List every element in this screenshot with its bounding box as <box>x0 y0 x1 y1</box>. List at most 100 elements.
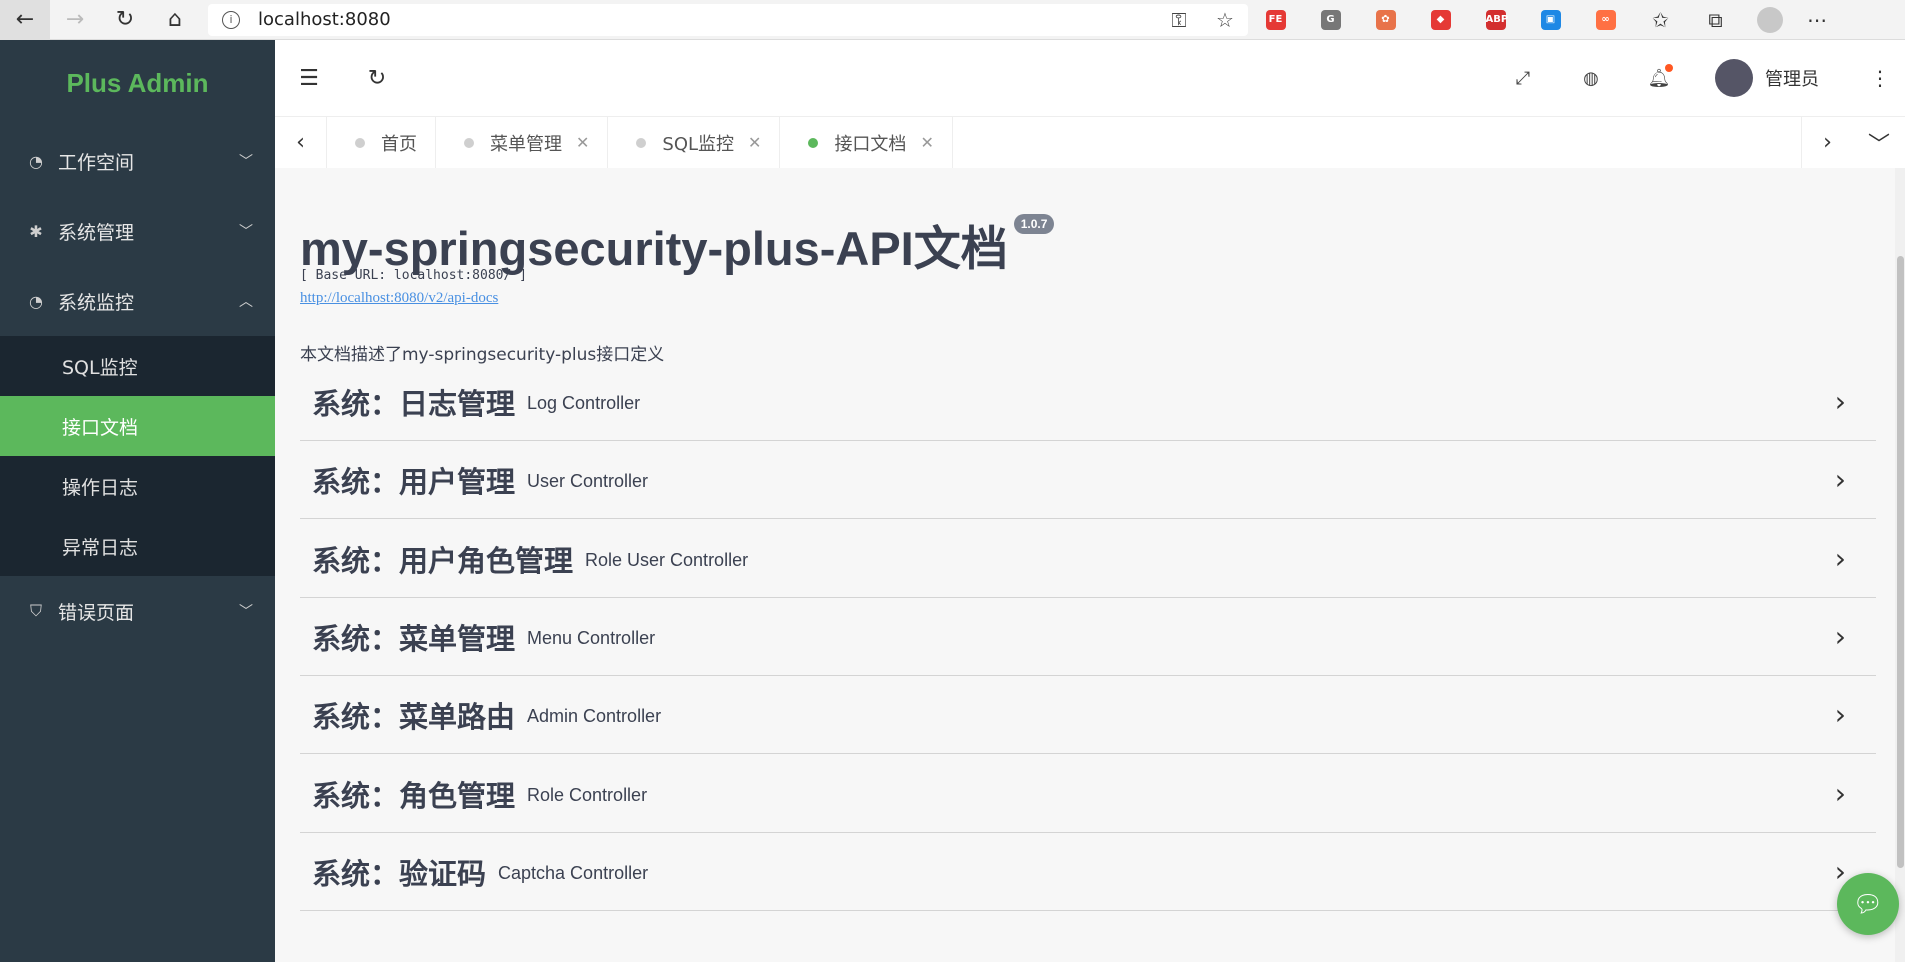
controller-name: 系统：角色管理 <box>312 780 516 813</box>
controller-desc: Captcha Controller <box>498 863 649 883</box>
controller-desc: Menu Controller <box>527 628 656 648</box>
controller-name: 系统：日志管理 <box>312 388 516 421</box>
base-url: [ Base URL: localhost:8080/ ] <box>300 268 527 283</box>
more-vertical-icon[interactable]: ⋮ <box>1855 66 1905 90</box>
extension-glyph: ABP <box>1485 9 1508 30</box>
info-icon[interactable]: i <box>222 10 240 29</box>
top-header: ☰ ↻ ⤢ ◍ 🔔︎ 管理员 ⋮ <box>275 40 1905 116</box>
sidebar-group-label: 系统监控 <box>58 291 135 314</box>
controller-section[interactable]: 系统：用户管理 User Controller › <box>300 441 1876 519</box>
controller-desc: Role Controller <box>527 785 648 805</box>
close-icon[interactable]: ✕ <box>920 133 933 152</box>
sidebar-group-system[interactable]: ✱ 系统管理 ﹀ <box>0 196 275 266</box>
doc-description: 本文档描述了my-springsecurity-plus接口定义 <box>300 345 665 365</box>
scrollbar-track[interactable] <box>1895 168 1905 962</box>
controller-section[interactable]: 系统：菜单路由 Admin Controller › <box>300 676 1876 754</box>
grammarly-icon[interactable]: G <box>1303 9 1358 30</box>
fullscreen-icon[interactable]: ⤢ <box>1489 68 1557 89</box>
tab-dot <box>808 137 819 148</box>
profile-avatar[interactable] <box>1757 6 1783 33</box>
controller-section[interactable]: 系统：角色管理 Role Controller › <box>300 755 1876 833</box>
scrollbar-thumb[interactable] <box>1897 256 1904 868</box>
browser-menu-icon[interactable]: ⋯ <box>1797 8 1837 32</box>
extension-glyph: ∞ <box>1595 9 1616 30</box>
notification-dot <box>1665 63 1673 72</box>
dashboard-icon: ◔ <box>29 291 43 311</box>
ext-box-icon[interactable]: ◆ <box>1413 9 1468 30</box>
sidebar-group-label: 工作空间 <box>58 151 135 174</box>
controller-name: 系统：菜单路由 <box>312 701 516 734</box>
menu-toggle-icon[interactable]: ☰ <box>275 66 343 91</box>
controller-desc: Log Controller <box>527 393 641 413</box>
chevron-right-icon[interactable]: › <box>1835 463 1846 496</box>
tab-home[interactable]: 首页 <box>327 117 436 168</box>
sidebar-item-sql-monitor[interactable]: SQL监控 <box>0 336 275 396</box>
refresh-button[interactable]: ↻ <box>100 0 150 40</box>
gear-icon: ✱ <box>29 221 43 241</box>
ext-blue-icon[interactable]: ▣ <box>1523 9 1578 30</box>
tab-scroll-left-icon[interactable]: ‹ <box>275 117 327 168</box>
ext-tree-icon[interactable]: ✿ <box>1358 9 1413 30</box>
forward-button[interactable]: → <box>50 0 100 40</box>
chevron-up-icon: ︿ <box>239 294 253 310</box>
address-bar[interactable]: i localhost:8080 ⚿ ☆ <box>208 3 1248 36</box>
chat-button[interactable]: 💬︎ <box>1837 873 1899 935</box>
home-button[interactable]: ⌂ <box>150 0 200 40</box>
chevron-right-icon[interactable]: › <box>1835 385 1846 418</box>
address-text[interactable]: localhost:8080 <box>258 9 1156 30</box>
api-docs-link[interactable]: http://localhost:8080/v2/api-docs <box>300 290 498 307</box>
controller-name: 系统：菜单管理 <box>312 623 516 656</box>
tab-sql-monitor[interactable]: SQL监控 ✕ <box>608 117 781 168</box>
chevron-right-icon[interactable]: › <box>1835 620 1846 653</box>
controller-desc: Role User Controller <box>585 550 749 570</box>
chevron-right-icon[interactable]: › <box>1835 698 1846 731</box>
sidebar-group-label: 系统管理 <box>58 221 135 244</box>
chevron-right-icon[interactable]: › <box>1835 542 1846 575</box>
fe-extension-icon[interactable]: FE <box>1248 9 1303 30</box>
tab-dot <box>355 137 365 148</box>
chevron-down-icon: ﹀ <box>239 224 253 240</box>
adblock-icon[interactable]: ABP <box>1468 9 1523 30</box>
favorites-icon[interactable]: ✩ <box>1633 8 1688 32</box>
tab-scroll-right-icon[interactable]: › <box>1801 117 1853 168</box>
extension-glyph: ▣ <box>1540 9 1561 30</box>
controller-section[interactable]: 系统：日志管理 Log Controller › <box>300 363 1876 441</box>
tab-menu-management[interactable]: 菜单管理 ✕ <box>436 117 609 168</box>
sidebar-item-operation-log[interactable]: 操作日志 <box>0 456 275 516</box>
close-icon[interactable]: ✕ <box>576 133 589 152</box>
main-content: my-springsecurity-plus-API文档 1.0.7 [ Bas… <box>275 168 1905 962</box>
extension-glyph: G <box>1320 9 1341 30</box>
refresh-icon[interactable]: ↻ <box>343 66 411 91</box>
tab-label: 菜单管理 <box>490 133 562 155</box>
shield-icon: ⛉ <box>29 601 42 620</box>
chevron-down-icon: ﹀ <box>239 604 253 620</box>
tab-api-docs[interactable]: 接口文档 ✕ <box>780 117 953 168</box>
tab-dot <box>464 137 474 148</box>
controller-section[interactable]: 系统：用户角色管理 Role User Controller › <box>300 520 1876 598</box>
bell-icon[interactable]: 🔔︎ <box>1625 63 1693 89</box>
sidebar-item-api-docs[interactable]: 接口文档 <box>0 396 275 456</box>
favorite-star-icon[interactable]: ☆ <box>1202 8 1248 32</box>
avatar[interactable] <box>1715 59 1753 97</box>
sidebar-group-error-pages[interactable]: ⛉ 错误页面 ﹀ <box>0 576 275 646</box>
sidebar-group-workspace[interactable]: ◔ 工作空间 ﹀ <box>0 126 275 196</box>
controller-section[interactable]: 系统：验证码 Captcha Controller › <box>300 833 1876 911</box>
user-name[interactable]: 管理员 <box>1765 65 1855 91</box>
tab-label: SQL监控 <box>662 133 735 155</box>
ext-infinity-icon[interactable]: ∞ <box>1578 9 1633 30</box>
sidebar-item-error-log[interactable]: 异常日志 <box>0 516 275 576</box>
chat-icon: 💬︎ <box>1852 890 1884 918</box>
sidebar: Plus Admin ◔ 工作空间 ﹀ ✱ 系统管理 ﹀ ◔ 系统监控 ︿ SQ… <box>0 40 275 962</box>
controller-section[interactable]: 系统：菜单管理 Menu Controller › <box>300 598 1876 676</box>
back-button[interactable]: ← <box>0 0 50 40</box>
brand-logo[interactable]: Plus Admin <box>0 40 275 126</box>
tab-label: 接口文档 <box>834 133 907 155</box>
tab-dropdown-icon[interactable]: ﹀ <box>1853 117 1905 168</box>
collections-icon[interactable]: ⧉ <box>1688 8 1743 32</box>
close-icon[interactable]: ✕ <box>748 133 761 152</box>
extension-glyph: FE <box>1265 9 1286 30</box>
globe-icon[interactable]: ◍ <box>1557 68 1625 89</box>
sidebar-group-monitor[interactable]: ◔ 系统监控 ︿ <box>0 266 275 336</box>
key-icon[interactable]: ⚿ <box>1156 8 1202 32</box>
chevron-right-icon[interactable]: › <box>1835 777 1846 810</box>
